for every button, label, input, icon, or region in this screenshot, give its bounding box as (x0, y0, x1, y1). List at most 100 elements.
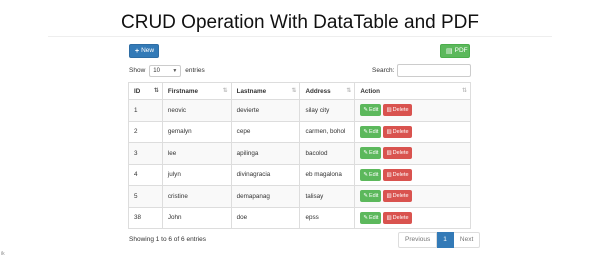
edit-button-label: Edit (368, 107, 379, 114)
edit-icon: ✎ (363, 214, 368, 221)
title-divider (48, 36, 552, 37)
table-header-row: ID ⇅ Firstname ⇅ Lastname ⇅ Address ⇅ Ac… (128, 82, 471, 100)
cell-firstname: John (161, 206, 232, 229)
cell-firstname: neovic (161, 99, 232, 122)
trash-icon: ▥ (386, 128, 392, 135)
edit-button-label: Edit (368, 193, 379, 200)
column-header-lastname[interactable]: Lastname ⇅ (230, 82, 301, 100)
cell-firstname: lee (161, 142, 232, 165)
file-icon: ▤ (446, 47, 453, 55)
delete-button-label: Delete (392, 150, 409, 157)
edit-button-label: Edit (368, 214, 379, 221)
previous-page-button[interactable]: Previous (398, 232, 438, 248)
cell-firstname: gemalyn (161, 120, 232, 143)
trash-icon: ▥ (386, 107, 392, 114)
pagination: Previous 1 Next (398, 232, 481, 248)
cell-address: epss (299, 206, 356, 229)
delete-button-label: Delete (392, 171, 409, 178)
sort-icon: ⇅ (346, 88, 351, 94)
delete-button-label: Delete (392, 128, 409, 135)
cell-id: 3 (128, 142, 163, 165)
edit-button-label: Edit (368, 171, 379, 178)
column-header-action[interactable]: Action ⇅ (354, 82, 471, 100)
sort-icon: ⇅ (222, 88, 228, 94)
trash-icon: ▥ (386, 193, 392, 200)
column-header-id[interactable]: ID ⇅ (128, 82, 163, 100)
delete-button-label: Delete (392, 193, 409, 200)
table-row: 3 lee apilinga bacolod ✎ Edit ▥ Delete (128, 142, 471, 165)
corner-text: ik (1, 251, 5, 257)
edit-icon: ✎ (363, 128, 368, 135)
cell-lastname: divinagracia (230, 163, 301, 186)
cell-id: 38 (128, 206, 163, 229)
new-button[interactable]: + New (129, 44, 159, 58)
search-control: Search: (372, 64, 472, 77)
search-input[interactable] (397, 64, 472, 77)
column-header-address[interactable]: Address ⇅ (299, 82, 356, 100)
column-header-label: Action (360, 87, 380, 95)
cell-id: 2 (128, 120, 163, 143)
cell-action: ✎ Edit ▥ Delete (354, 206, 471, 229)
cell-action: ✎ Edit ▥ Delete (354, 120, 471, 143)
entries-label: entries (185, 67, 205, 74)
page-title: CRUD Operation With DataTable and PDF (121, 12, 479, 33)
sort-icon: ⇅ (461, 88, 467, 94)
cell-lastname: apilinga (230, 142, 301, 165)
page-length-select[interactable]: 10 ▼ (149, 64, 182, 77)
column-header-label: Firstname (167, 87, 198, 95)
search-label: Search: (372, 67, 395, 74)
cell-address: bacolod (299, 142, 356, 165)
edit-icon: ✎ (363, 171, 368, 178)
new-button-label: New (141, 47, 155, 54)
cell-lastname: devierte (230, 99, 301, 122)
page-length-control: Show 10 ▼ entries (129, 64, 205, 77)
cell-lastname: demapanag (230, 185, 301, 208)
page-1-button[interactable]: 1 (437, 232, 454, 248)
cell-action: ✎ Edit ▥ Delete (354, 99, 471, 122)
cell-id: 5 (128, 185, 163, 208)
page-length-value: 10 (153, 67, 160, 74)
next-page-button[interactable]: Next (453, 232, 481, 248)
column-header-label: Address (305, 87, 331, 95)
delete-button[interactable]: ▥ Delete (383, 211, 412, 224)
cell-id: 4 (128, 163, 163, 186)
cell-lastname: cepe (230, 120, 301, 143)
table-row: 4 julyn divinagracia eb magalona ✎ Edit ▥… (128, 163, 471, 186)
chevron-down-icon: ▼ (172, 67, 178, 74)
delete-button[interactable]: ▥ Delete (383, 147, 412, 160)
pdf-button[interactable]: ▤ PDF (440, 44, 470, 58)
cell-firstname: julyn (161, 163, 232, 186)
edit-icon: ✎ (363, 107, 368, 114)
edit-button[interactable]: ✎ Edit (360, 168, 382, 181)
edit-icon: ✎ (363, 193, 368, 200)
sort-icon: ⇅ (291, 88, 296, 94)
column-header-label: Lastname (236, 87, 267, 95)
edit-button[interactable]: ✎ Edit (360, 147, 382, 160)
cell-address: carmen, bohol (299, 120, 356, 143)
column-header-firstname[interactable]: Firstname ⇅ (161, 82, 232, 100)
table-row: 5 cristine demapanag talisay ✎ Edit ▥ Dele… (128, 185, 471, 208)
edit-button[interactable]: ✎ Edit (360, 125, 382, 138)
members-table: ID ⇅ Firstname ⇅ Lastname ⇅ Address ⇅ Ac… (128, 82, 471, 229)
cell-address: eb magalona (299, 163, 356, 186)
sort-asc-icon: ⇅ (153, 88, 159, 94)
edit-button[interactable]: ✎ Edit (360, 104, 382, 117)
cell-action: ✎ Edit ▥ Delete (354, 163, 471, 186)
delete-button[interactable]: ▥ Delete (383, 168, 412, 181)
cell-address: silay city (299, 99, 356, 122)
column-header-label: ID (134, 87, 141, 95)
edit-button[interactable]: ✎ Edit (360, 190, 382, 203)
delete-button-label: Delete (392, 214, 409, 221)
table-info: Showing 1 to 6 of 6 entries (129, 236, 206, 243)
delete-button[interactable]: ▥ Delete (383, 104, 412, 117)
edit-button[interactable]: ✎ Edit (360, 211, 382, 224)
edit-button-label: Edit (368, 128, 379, 135)
delete-button[interactable]: ▥ Delete (383, 190, 412, 203)
trash-icon: ▥ (386, 171, 392, 178)
trash-icon: ▥ (386, 150, 392, 157)
cell-id: 1 (128, 99, 163, 122)
edit-icon: ✎ (363, 150, 368, 157)
trash-icon: ▥ (386, 214, 392, 221)
delete-button[interactable]: ▥ Delete (383, 125, 412, 138)
cell-action: ✎ Edit ▥ Delete (354, 185, 471, 208)
